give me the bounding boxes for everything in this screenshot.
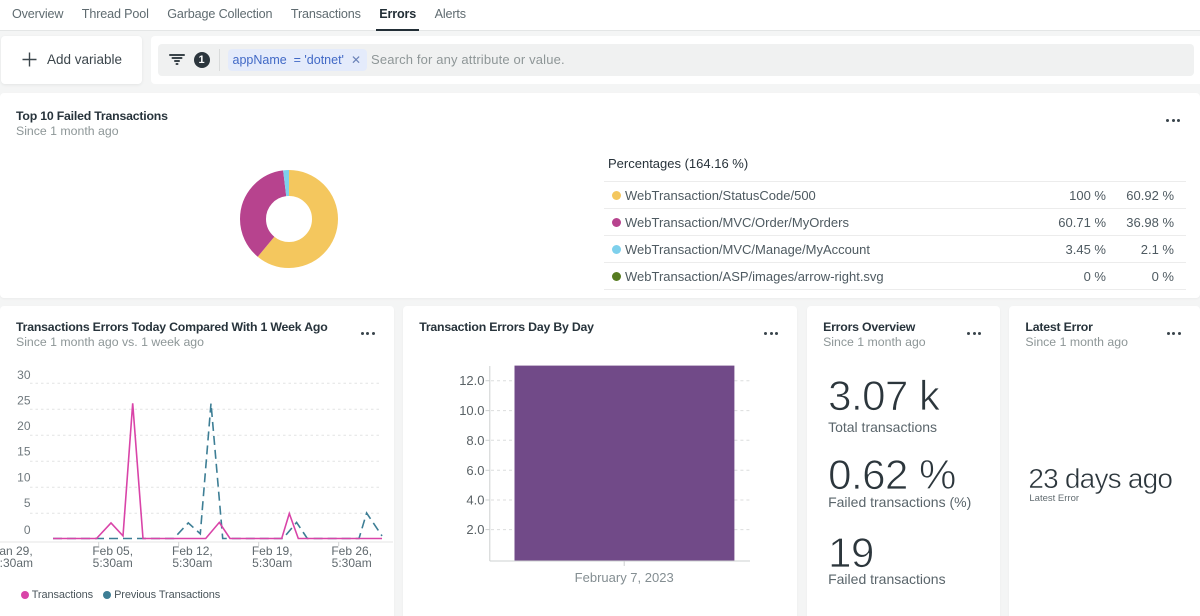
svg-text:20: 20 — [17, 419, 31, 433]
svg-text:10: 10 — [17, 471, 31, 485]
svg-text:4.0: 4.0 — [467, 493, 485, 508]
svg-text:30: 30 — [17, 368, 31, 382]
svg-text:5: 5 — [24, 496, 31, 510]
svg-text:10.0: 10.0 — [459, 403, 484, 418]
svg-text:2.0: 2.0 — [467, 522, 485, 537]
svg-text:12.0: 12.0 — [459, 373, 484, 388]
svg-text:15: 15 — [17, 445, 31, 459]
svg-text:0: 0 — [24, 523, 31, 537]
svg-text:25: 25 — [17, 394, 31, 408]
svg-text:6.0: 6.0 — [467, 463, 485, 478]
svg-text:8.0: 8.0 — [467, 433, 485, 448]
